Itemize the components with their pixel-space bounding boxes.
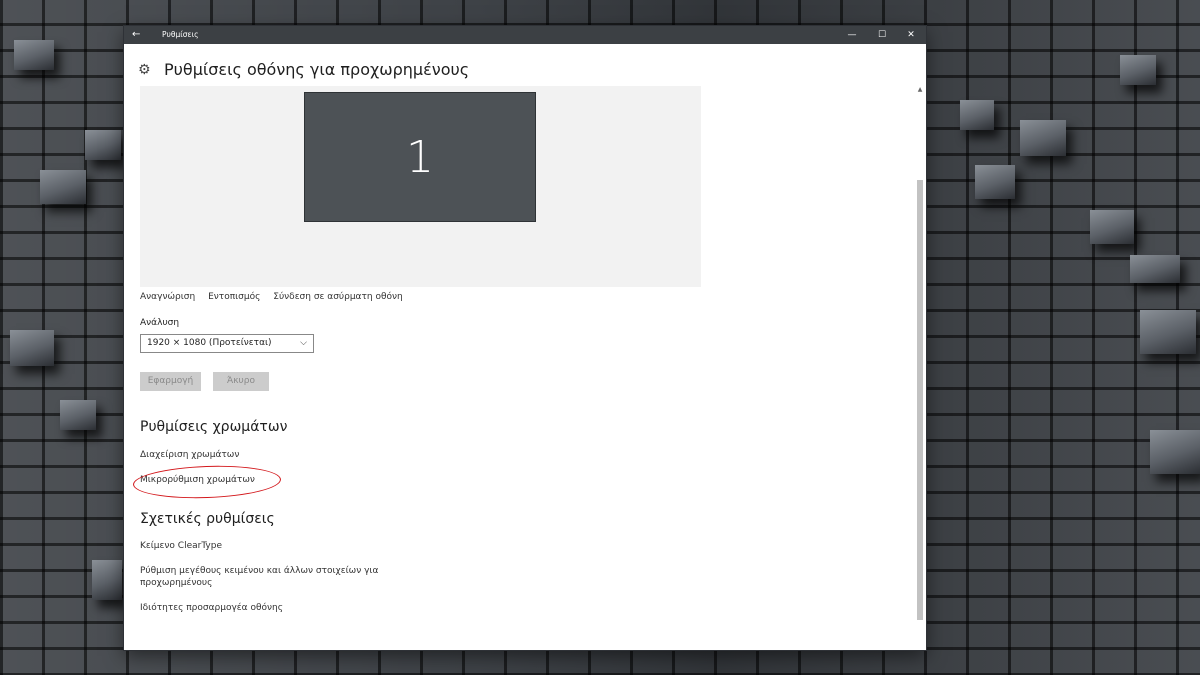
scroll-up-icon[interactable]: ▲: [916, 86, 924, 94]
display-arrangement-area: 1: [140, 86, 701, 287]
display-actions: Αναγνώριση Εντοπισμός Σύνδεση σε ασύρματ…: [140, 292, 413, 302]
advanced-text-size-link[interactable]: Ρύθμιση μεγέθους κειμένου και άλλων στοι…: [140, 565, 378, 589]
title-bar: ← Ρυθμίσεις — ☐ ✕: [124, 26, 926, 44]
vertical-scrollbar[interactable]: ▲: [916, 86, 924, 648]
chevron-down-icon: ⌵: [300, 338, 307, 348]
identify-link[interactable]: Αναγνώριση: [140, 292, 195, 302]
cleartype-text-link[interactable]: Κείμενο ClearType: [140, 540, 222, 552]
resolution-value: 1920 × 1080 (Προτείνεται): [147, 338, 272, 348]
resolution-label: Ανάλυση: [140, 318, 180, 328]
monitor-1[interactable]: 1: [304, 92, 536, 222]
monitor-number: 1: [406, 131, 434, 183]
display-adapter-properties-link[interactable]: Ιδιότητες προσαρμογέα οθόνης: [140, 602, 283, 614]
window-title: Ρυθμίσεις: [162, 30, 199, 39]
back-arrow-icon[interactable]: ←: [132, 27, 146, 43]
settings-window: ← Ρυθμίσεις — ☐ ✕ ⚙ Ρυθμίσεις οθόνης για…: [124, 26, 926, 650]
minimize-button[interactable]: —: [837, 26, 867, 44]
color-settings-heading: Ρυθμίσεις χρωμάτων: [140, 419, 288, 435]
close-button[interactable]: ✕: [896, 26, 926, 44]
advanced-text-size-line1: Ρύθμιση μεγέθους κειμένου και άλλων στοι…: [140, 566, 379, 576]
color-management-link[interactable]: Διαχείριση χρωμάτων: [140, 449, 239, 461]
scroll-thumb[interactable]: [917, 180, 923, 620]
advanced-text-size-line2: προχωρημένους: [140, 578, 213, 588]
color-calibration-link[interactable]: Μικρορύθμιση χρωμάτων: [140, 474, 255, 486]
maximize-button[interactable]: ☐: [867, 26, 897, 44]
resolution-dropdown[interactable]: 1920 × 1080 (Προτείνεται) ⌵: [140, 334, 314, 353]
detect-link[interactable]: Εντοπισμός: [208, 292, 260, 302]
related-settings-heading: Σχετικές ρυθμίσεις: [140, 511, 275, 527]
gear-icon: ⚙: [138, 62, 151, 78]
apply-button[interactable]: Εφαρμογή: [140, 372, 201, 391]
connect-wireless-display-link[interactable]: Σύνδεση σε ασύρματη οθόνη: [273, 292, 402, 302]
cancel-button[interactable]: Άκυρο: [213, 372, 269, 391]
page-title: Ρυθμίσεις οθόνης για προχωρημένους: [164, 60, 470, 79]
